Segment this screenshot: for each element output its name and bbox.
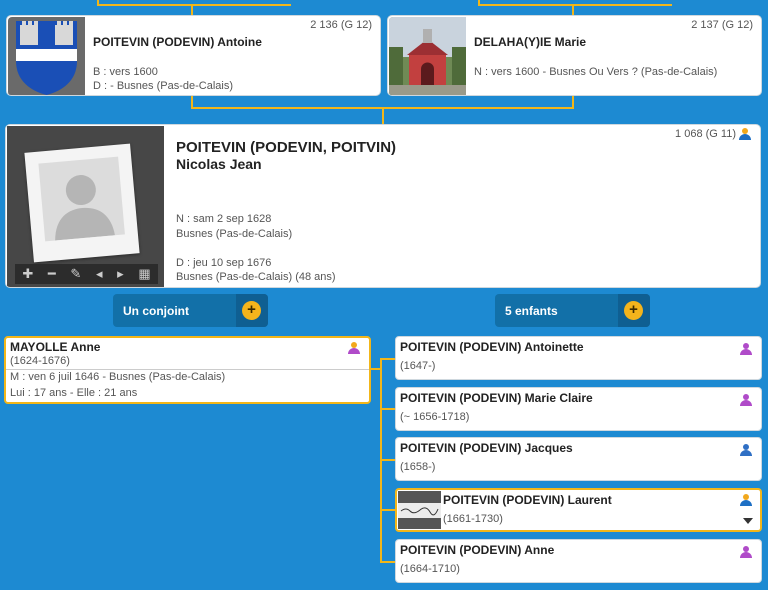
- child-card[interactable]: POITEVIN (PODEVIN) Jacques (1658-): [395, 437, 762, 481]
- photo-placeholder: ✚ ━ ✎ ◂ ▸ ▦: [7, 126, 164, 287]
- child-name[interactable]: POITEVIN (PODEVIN) Jacques: [400, 441, 573, 455]
- person-name[interactable]: DELAHA(Y)IE Marie: [474, 35, 586, 49]
- marriage-info: M : ven 6 juil 1646 - Busnes (Pas-de-Cal…: [10, 371, 226, 383]
- spouses-button[interactable]: Un conjoint +: [113, 294, 268, 327]
- mother-card[interactable]: 2 137 (G 12) DELAHA(Y)IE Marie N : vers …: [387, 15, 762, 96]
- birth-info: B : vers 1600: [93, 66, 158, 78]
- connector-line: [380, 561, 395, 563]
- death-info: D : - Busnes (Pas-de-Calais): [93, 80, 233, 92]
- sosa-number: 2 136 (G 12): [310, 19, 372, 31]
- spouse-name[interactable]: MAYOLLE Anne: [10, 340, 100, 354]
- sosa-number: 2 137 (G 12): [691, 19, 753, 31]
- child-dates: (1664-1710): [400, 563, 460, 575]
- child-name[interactable]: POITEVIN (PODEVIN) Laurent: [443, 493, 612, 507]
- birth-date: N : sam 2 sep 1628: [176, 213, 272, 225]
- child-card[interactable]: POITEVIN (PODEVIN) Anne (1664-1710): [395, 539, 762, 583]
- child-name[interactable]: POITEVIN (PODEVIN) Antoinette: [400, 340, 584, 354]
- father-card[interactable]: 2 136 (G 12) POITEVIN (PODEVIN) Antoine …: [6, 15, 381, 96]
- death-date: D : jeu 10 sep 1676: [176, 257, 272, 269]
- child-name[interactable]: POITEVIN (PODEVIN) Marie Claire: [400, 391, 593, 405]
- ages-info: Lui : 17 ans - Elle : 21 ans: [10, 387, 138, 399]
- connector-line: [380, 358, 395, 360]
- children-label: 5 enfants: [505, 304, 558, 318]
- spouse-dates: (1624-1676): [10, 355, 70, 367]
- pencil-icon[interactable]: ✎: [70, 266, 81, 282]
- connector-line: [478, 4, 672, 6]
- child-dates: (1647-): [400, 360, 436, 372]
- connector-line: [382, 107, 384, 125]
- film-icon[interactable]: ▦: [138, 266, 150, 282]
- connector-line: [97, 4, 291, 6]
- photo-toolbar: ✚ ━ ✎ ◂ ▸ ▦: [15, 264, 158, 284]
- plus-icon: +: [624, 301, 643, 320]
- spouses-label: Un conjoint: [123, 304, 189, 318]
- child-card-direct-line[interactable]: POITEVIN (PODEVIN) Laurent (1661-1730): [395, 488, 762, 532]
- divider: [6, 369, 369, 370]
- person-icon: [348, 342, 360, 354]
- connector-line: [380, 459, 395, 461]
- child-dates: (1658-): [400, 461, 436, 473]
- child-card[interactable]: POITEVIN (PODEVIN) Marie Claire (~ 1656-…: [395, 387, 762, 431]
- plus-icon[interactable]: ✚: [22, 266, 33, 282]
- male-icon: [740, 444, 752, 456]
- chevron-down-icon[interactable]: [743, 518, 753, 524]
- sosa-number: 1 068 (G 11): [675, 128, 736, 140]
- spouse-card[interactable]: MAYOLLE Anne (1624-1676) M : ven 6 juil …: [4, 336, 371, 404]
- person-given-name[interactable]: Nicolas Jean: [176, 156, 262, 172]
- coat-of-arms-icon: [8, 17, 85, 95]
- child-name[interactable]: POITEVIN (PODEVIN) Anne: [400, 543, 554, 557]
- child-card[interactable]: POITEVIN (PODEVIN) Antoinette (1647-): [395, 336, 762, 380]
- birth-place: Busnes (Pas-de-Calais): [176, 228, 293, 240]
- next-icon[interactable]: ▸: [117, 266, 124, 282]
- plus-icon: +: [242, 301, 261, 320]
- person-icon: [740, 494, 752, 506]
- female-icon: [740, 546, 752, 558]
- chapel-photo-icon: [389, 17, 466, 95]
- connector-line: [380, 408, 395, 410]
- person-name[interactable]: POITEVIN (PODEVIN) Antoine: [93, 35, 262, 49]
- add-child-button[interactable]: +: [618, 294, 650, 327]
- children-button[interactable]: 5 enfants +: [495, 294, 650, 327]
- prev-icon[interactable]: ◂: [96, 266, 103, 282]
- child-dates: (~ 1656-1718): [400, 411, 470, 423]
- female-icon: [740, 343, 752, 355]
- person-icon: [739, 128, 751, 140]
- child-dates: (1661-1730): [443, 513, 503, 525]
- add-spouse-button[interactable]: +: [236, 294, 268, 327]
- photo-frame: [24, 143, 140, 263]
- document-thumbnail-icon: [398, 491, 441, 529]
- death-place: Busnes (Pas-de-Calais) (48 ans): [176, 271, 336, 283]
- connector-line: [380, 509, 395, 511]
- person-silhouette-icon: [38, 156, 125, 242]
- minus-icon[interactable]: ━: [48, 266, 56, 282]
- female-icon: [740, 394, 752, 406]
- person-surname[interactable]: POITEVIN (PODEVIN, POITVIN): [176, 140, 396, 156]
- birth-info: N : vers 1600 - Busnes Ou Vers ? (Pas-de…: [474, 66, 718, 78]
- main-person-card[interactable]: ✚ ━ ✎ ◂ ▸ ▦ 1 068 (G 11) POITEVIN (PODEV…: [5, 124, 761, 288]
